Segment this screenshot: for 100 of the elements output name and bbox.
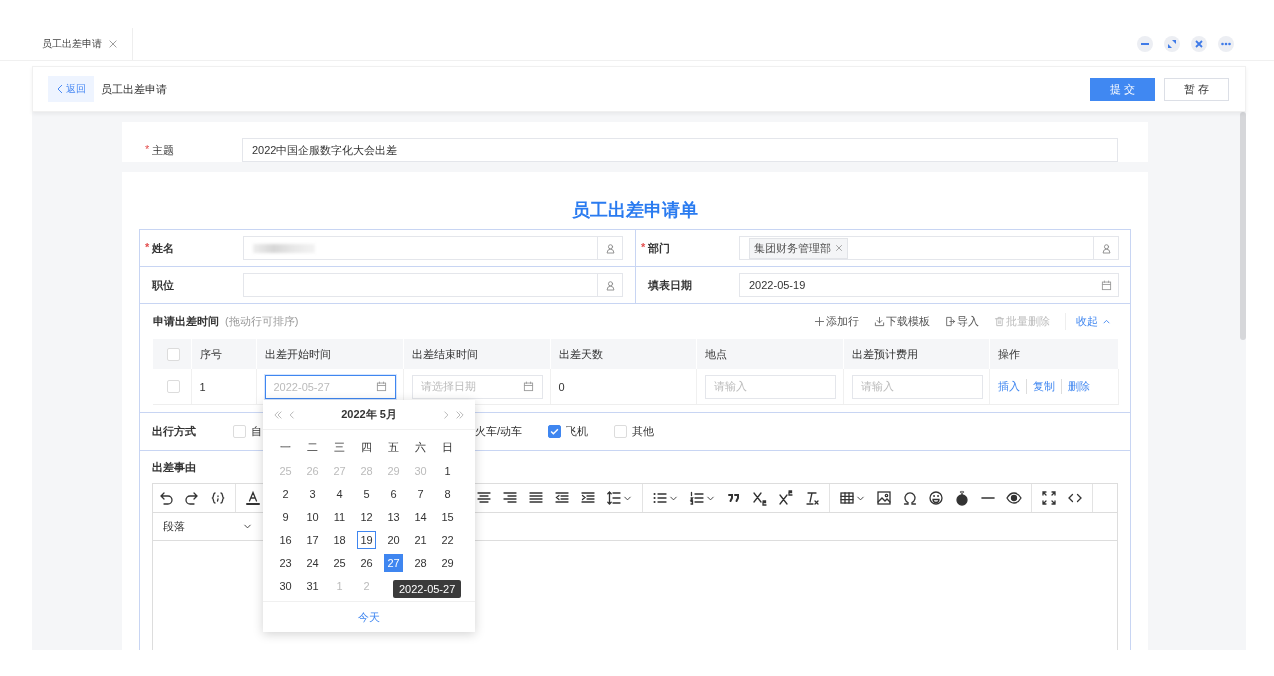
calendar-day[interactable]: 26 <box>357 553 376 572</box>
import-icon[interactable] <box>945 316 956 327</box>
omega-icon[interactable] <box>902 490 918 506</box>
calendar-icon[interactable] <box>1100 279 1112 291</box>
superscript-icon[interactable] <box>778 490 794 506</box>
calendar-day[interactable]: 7 <box>411 484 430 503</box>
calendar-day[interactable]: 11 <box>330 507 349 526</box>
calendar-day[interactable]: 10 <box>303 507 322 526</box>
calendar-day[interactable]: 8 <box>438 484 457 503</box>
date-field[interactable]: 2022-05-19 <box>739 273 1119 297</box>
option-label[interactable]: 自 <box>251 424 262 439</box>
indent-icon[interactable] <box>580 490 596 506</box>
option-label[interactable]: 飞机 <box>566 424 589 439</box>
toolbar-action[interactable]: 下载模板 <box>874 314 930 329</box>
calendar-day[interactable]: 16 <box>276 530 295 549</box>
emoji-icon[interactable] <box>928 490 944 506</box>
row-action-link[interactable]: 插入 <box>997 379 1020 394</box>
calendar-day[interactable]: 4 <box>330 484 349 503</box>
calendar-day[interactable]: 6 <box>384 484 403 503</box>
more-icon[interactable] <box>1218 36 1234 52</box>
toolbar-action[interactable]: 导入 <box>945 314 979 329</box>
subscript-icon[interactable] <box>752 490 768 506</box>
close-icon[interactable] <box>1191 36 1207 52</box>
font-color-icon[interactable] <box>245 490 261 506</box>
person-field[interactable]: 集团财务管理部 <box>739 236 1119 260</box>
option-label[interactable]: 其他 <box>632 424 655 439</box>
bomb-icon[interactable] <box>954 490 970 506</box>
calendar-day[interactable]: 3 <box>303 484 322 503</box>
weekday-label: 四 <box>361 440 372 455</box>
subject-field[interactable]: 2022中国企服数字化大会出差 <box>242 138 1118 162</box>
toolbar-action[interactable]: 添加行 <box>814 314 859 329</box>
column-header: 序号 <box>191 339 256 369</box>
calendar-day[interactable]: 22 <box>438 530 457 549</box>
option-label[interactable]: 火车/动车 <box>475 424 523 439</box>
minimize-icon[interactable] <box>1137 36 1153 52</box>
calendar-day[interactable]: 24 <box>303 553 322 572</box>
person-field[interactable] <box>243 273 623 297</box>
weekday-label: 五 <box>388 440 399 455</box>
calendar-day[interactable]: 19 <box>357 530 376 549</box>
bulleted-list-icon[interactable] <box>652 490 668 506</box>
align-center-icon[interactable] <box>476 490 492 506</box>
tab[interactable]: 员工出差申请 <box>32 28 133 60</box>
line-height-icon[interactable] <box>606 490 622 506</box>
clear-format-icon[interactable] <box>804 490 820 506</box>
redo-icon[interactable] <box>184 490 200 506</box>
calendar-day[interactable]: 21 <box>411 530 430 549</box>
calendar-day[interactable]: 12 <box>357 507 376 526</box>
month-title: 2022年 5月 <box>340 407 398 422</box>
calendar-day[interactable]: 13 <box>384 507 403 526</box>
calendar-day[interactable]: 5 <box>357 484 376 503</box>
download-icon[interactable] <box>874 316 885 327</box>
table-icon[interactable] <box>839 490 855 506</box>
calendar-day[interactable]: 15 <box>438 507 457 526</box>
person-icon[interactable] <box>604 242 616 254</box>
today-button[interactable]: 今天 <box>352 608 386 626</box>
justify-icon[interactable] <box>528 490 544 506</box>
remove-icon[interactable] <box>835 244 843 252</box>
calendar-day[interactable]: 2 <box>276 484 295 503</box>
calendar-icon[interactable] <box>375 381 387 392</box>
fullscreen-icon[interactable] <box>1041 490 1057 506</box>
person-icon[interactable] <box>604 279 616 291</box>
calendar-day[interactable]: 18 <box>330 530 349 549</box>
field-label: 出差事由 <box>152 459 196 475</box>
form-title: 员工出差申请单 <box>571 198 699 222</box>
calendar-day[interactable]: 23 <box>276 553 295 572</box>
calendar-day[interactable]: 27 <box>384 553 403 572</box>
block-format-dropdown[interactable]: 段落 <box>153 519 263 534</box>
numbered-list-icon[interactable] <box>689 490 705 506</box>
row-action-link[interactable]: 复制 <box>1025 379 1055 394</box>
calendar-icon[interactable] <box>522 381 534 392</box>
person-icon[interactable] <box>1100 242 1112 254</box>
calendar-day[interactable]: 30 <box>276 576 295 595</box>
align-right-icon[interactable] <box>502 490 518 506</box>
required-mark: * <box>145 240 150 255</box>
code-block-icon[interactable] <box>210 490 226 506</box>
calendar-day[interactable]: 28 <box>411 553 430 572</box>
plus-icon[interactable] <box>814 316 825 327</box>
person-field[interactable] <box>243 236 623 260</box>
close-icon[interactable] <box>108 39 118 49</box>
calendar-day[interactable]: 31 <box>303 576 322 595</box>
calendar-day[interactable]: 17 <box>303 530 322 549</box>
field-label: 部门 <box>648 240 671 256</box>
calendar-day[interactable]: 25 <box>330 553 349 572</box>
restore-icon[interactable] <box>1164 36 1180 52</box>
row-action-link[interactable]: 删除 <box>1060 379 1090 394</box>
checkbox[interactable] <box>548 425 562 438</box>
undo-icon[interactable] <box>158 490 174 506</box>
calendar-day[interactable]: 9 <box>276 507 295 526</box>
calendar-day[interactable]: 14 <box>411 507 430 526</box>
eye-icon[interactable] <box>1006 490 1022 506</box>
calendar-day[interactable]: 29 <box>438 553 457 572</box>
save-draft-button[interactable]: 暂 存 <box>1164 77 1229 101</box>
calendar-day[interactable]: 20 <box>384 530 403 549</box>
scrollbar[interactable] <box>1240 112 1246 340</box>
collapse-link[interactable]: 收起 <box>1065 313 1117 330</box>
field-label: 姓名 <box>152 240 175 256</box>
calendar-day[interactable]: 1 <box>438 461 457 480</box>
image-icon[interactable] <box>876 490 892 506</box>
outdent-icon[interactable] <box>554 490 570 506</box>
column-header: 地点 <box>696 339 843 369</box>
